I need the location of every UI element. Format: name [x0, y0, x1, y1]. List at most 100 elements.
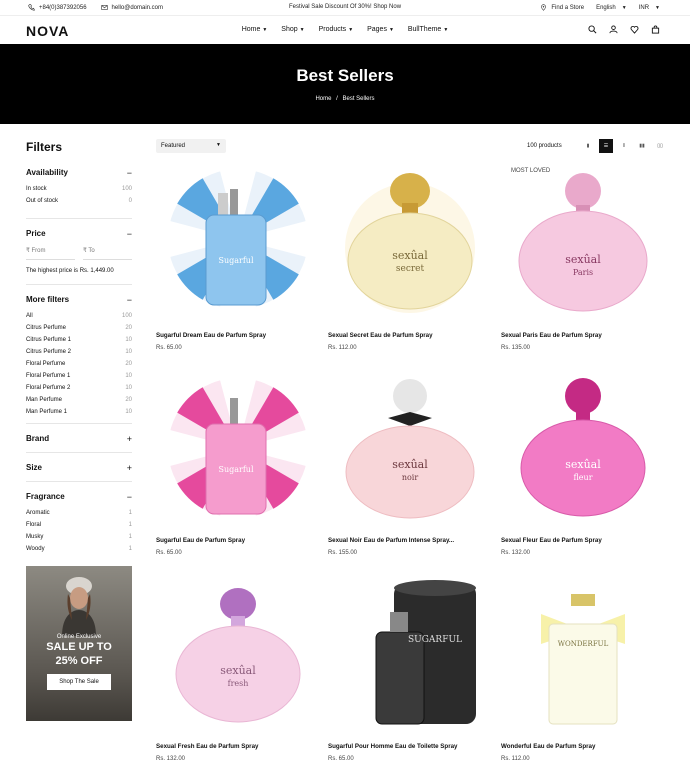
product-card[interactable]: sexûal fleur Sexual Fleur Eau de Parfum S…: [501, 368, 665, 568]
product-card[interactable]: WONDERFUL Wonderful Eau de Parfum Spray Rs…: [501, 574, 665, 760]
product-title[interactable]: Sugarful Eau de Parfum Spray: [156, 537, 245, 544]
filter-option[interactable]: Floral Perfume 2 10: [26, 385, 132, 391]
announcement-link[interactable]: Festival Sale Discount Of 30%! Shop Now: [289, 4, 401, 10]
product-card[interactable]: Sugarful Sugarful Eau de Parfum Spray Rs. …: [156, 368, 320, 568]
view-3-column-icon[interactable]: ⦀: [617, 139, 631, 153]
cart-bag-icon[interactable]: [651, 25, 660, 34]
product-title[interactable]: Sexual Noir Eau de Parfum Intense Spray.…: [328, 537, 454, 544]
nav-shop[interactable]: Shop ▼: [281, 26, 304, 33]
page-title: Best Sellers: [296, 66, 394, 85]
product-image[interactable]: sexûal fleur: [501, 368, 665, 528]
product-title[interactable]: Wonderful Eau de Parfum Spray: [501, 743, 595, 750]
filter-option[interactable]: Aromatic 1: [26, 510, 132, 516]
view-4-column-icon[interactable]: ▮▮: [635, 139, 649, 153]
expand-icon: +: [126, 434, 132, 444]
account-icon[interactable]: [609, 25, 618, 34]
product-image[interactable]: sexûal Paris: [501, 163, 665, 323]
nav-label: Pages: [367, 26, 387, 33]
filter-option[interactable]: Floral 1: [26, 522, 132, 528]
filter-option-count: 1: [128, 510, 132, 516]
product-card[interactable]: sexûal noir Sexual Noir Eau de Parfum Int…: [328, 368, 492, 568]
filter-option[interactable]: Musky 1: [26, 534, 132, 540]
filter-option-count: 1: [128, 534, 132, 540]
filter-option[interactable]: In stock 100: [26, 186, 132, 192]
filter-option-count: 10: [125, 373, 132, 379]
expand-icon: +: [126, 463, 132, 473]
filter-option[interactable]: Man Perfume 20: [26, 397, 132, 403]
product-image[interactable]: sexûal noir: [328, 368, 492, 528]
product-card[interactable]: sexûal Paris MOST LOVED Sexual Paris Eau d…: [501, 163, 665, 363]
product-price: Rs. 65.00: [156, 345, 182, 351]
filter-option-label: Woody: [26, 546, 45, 552]
filter-more: More filters − All 100 Citrus Perfume 20 Citr…: [26, 295, 132, 424]
filter-option[interactable]: Citrus Perfume 2 10: [26, 349, 132, 355]
product-title[interactable]: Sexual Fleur Eau de Parfum Spray: [501, 537, 602, 544]
main-header: NOVA Home ▼ Shop ▼ Products ▼ Pages ▼ BullTh…: [0, 16, 690, 44]
filter-option-count: 1: [128, 546, 132, 552]
filter-option[interactable]: Citrus Perfume 20: [26, 325, 132, 331]
filter-fragrance-header[interactable]: Fragrance −: [26, 492, 132, 502]
collection-toolbar: Featured ▼ 100 products ▮ ☰ ⦀ ▮▮ ▯▯: [156, 139, 664, 155]
filter-option[interactable]: Floral Perfume 20: [26, 361, 132, 367]
product-image[interactable]: sexûal secret: [328, 163, 492, 323]
filter-option-label: Aromatic: [26, 510, 50, 516]
filter-price: Price − ₹ From ₹ To The highest price is …: [26, 229, 132, 285]
product-image[interactable]: SUGARFUL: [328, 574, 492, 734]
breadcrumb-home[interactable]: Home: [315, 96, 331, 102]
filter-option-label: In stock: [26, 186, 47, 192]
filter-brand-header[interactable]: Brand +: [26, 434, 132, 444]
price-to-input[interactable]: ₹ To: [83, 247, 132, 260]
product-price: Rs. 155.00: [328, 550, 358, 556]
product-title[interactable]: Sexual Secret Eau de Parfum Spray: [328, 332, 433, 339]
shop-sale-button[interactable]: Shop The Sale: [47, 674, 111, 690]
filter-option[interactable]: Floral Perfume 1 10: [26, 373, 132, 379]
nav-home[interactable]: Home ▼: [242, 26, 268, 33]
currency-select[interactable]: INR ▼: [639, 4, 660, 11]
filter-availability-header[interactable]: Availability −: [26, 168, 132, 178]
filter-size-header[interactable]: Size +: [26, 463, 132, 473]
nav-products[interactable]: Products ▼: [319, 26, 354, 33]
promo-headline-2: 25% OFF: [55, 655, 103, 667]
chevron-down-icon: ▼: [388, 27, 394, 33]
nav-pages[interactable]: Pages ▼: [367, 26, 394, 33]
find-store-link[interactable]: Find a Store: [540, 4, 584, 11]
search-icon[interactable]: [588, 25, 597, 34]
sort-select[interactable]: Featured ▼: [156, 139, 226, 153]
filter-more-header[interactable]: More filters −: [26, 295, 132, 305]
filter-option-count: 0: [128, 198, 132, 204]
product-card[interactable]: sexûal fresh Sexual Fresh Eau de Parfum S…: [156, 574, 320, 760]
nav-bulltheme[interactable]: BullTheme ▼: [408, 26, 448, 33]
price-from-input[interactable]: ₹ From: [26, 247, 75, 260]
filter-option[interactable]: Woody 1: [26, 546, 132, 552]
filter-option[interactable]: Out of stock 0: [26, 198, 132, 204]
filter-option[interactable]: Citrus Perfume 1 10: [26, 337, 132, 343]
product-image[interactable]: sexûal fresh: [156, 574, 320, 734]
product-image[interactable]: Sugarful: [156, 368, 320, 528]
filter-option-count: 10: [125, 385, 132, 391]
product-title[interactable]: Sugarful Pour Homme Eau de Toilette Spra…: [328, 743, 458, 750]
product-title[interactable]: Sexual Paris Eau de Parfum Spray: [501, 332, 602, 339]
view-5-column-icon[interactable]: ▯▯: [653, 139, 667, 153]
view-list-icon[interactable]: ☰: [599, 139, 613, 153]
nav-label: Products: [318, 26, 347, 33]
filter-option[interactable]: Man Perfume 1 10: [26, 409, 132, 415]
product-image[interactable]: Sugarful: [156, 163, 320, 323]
product-title[interactable]: Sugarful Dream Eau de Parfum Spray: [156, 332, 266, 339]
promo-banner[interactable]: Online Exclusive SALE UP TO 25% OFF Shop…: [26, 566, 132, 721]
filter-heading: Fragrance: [26, 492, 65, 501]
filter-price-header[interactable]: Price −: [26, 229, 132, 239]
view-1-column-icon[interactable]: ▮: [581, 139, 595, 153]
filter-option[interactable]: All 100: [26, 313, 132, 319]
filter-heading: More filters: [26, 295, 70, 304]
product-image[interactable]: WONDERFUL: [501, 574, 665, 734]
filter-option-count: 10: [125, 409, 132, 415]
chevron-down-icon: ▼: [262, 27, 268, 33]
language-select[interactable]: English ▼: [596, 4, 627, 11]
product-card[interactable]: Sugarful Sugarful Dream Eau de Parfum Spr…: [156, 163, 320, 363]
product-title[interactable]: Sexual Fresh Eau de Parfum Spray: [156, 743, 258, 750]
wishlist-heart-icon[interactable]: [630, 25, 639, 34]
product-card[interactable]: sexûal secret Sexual Secret Eau de Parfum…: [328, 163, 492, 363]
filter-option-count: 20: [125, 361, 132, 367]
product-card[interactable]: SUGARFUL Sugarful Pour Homme Eau de Toile…: [328, 574, 492, 760]
filter-option-count: 20: [125, 397, 132, 403]
